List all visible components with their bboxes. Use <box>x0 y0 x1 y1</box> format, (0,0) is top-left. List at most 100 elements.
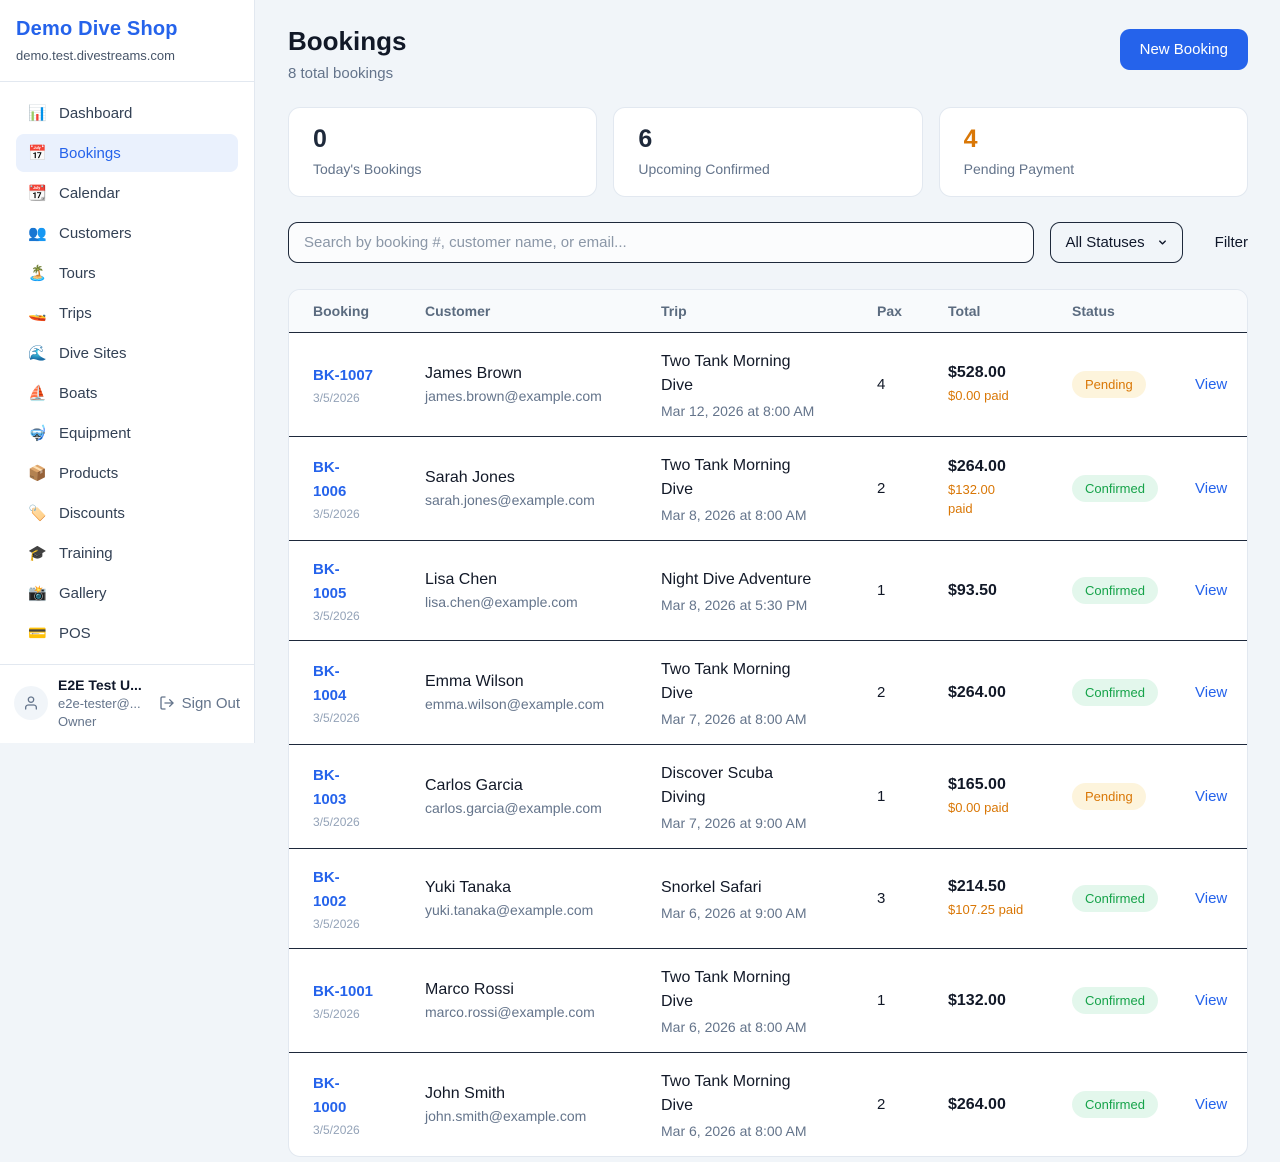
sidebar-item-discounts[interactable]: 🏷️ Discounts <box>16 494 238 532</box>
sidebar-item-label: POS <box>59 625 91 642</box>
stat-card-today-s-bookings: 0 Today's Bookings <box>288 107 597 197</box>
search-input[interactable] <box>288 222 1034 263</box>
view-link[interactable]: View <box>1195 890 1227 907</box>
customer-name: Yuki Tanaka <box>425 879 653 897</box>
booking-id-link[interactable]: BK- 1000 <box>313 1072 417 1119</box>
page-title: Bookings <box>288 26 406 57</box>
total-amount: $132.00 <box>948 992 1064 1010</box>
sidebar-item-dashboard[interactable]: 📊 Dashboard <box>16 94 238 132</box>
stats-row: 0 Today's Bookings 6 Upcoming Confirmed … <box>288 107 1248 197</box>
table-row: BK-1001 3/5/2026 Marco Rossi marco.rossi… <box>289 948 1247 1052</box>
desert-island-icon: 🏝️ <box>28 264 46 282</box>
table-row: BK- 1005 3/5/2026 Lisa Chen lisa.chen@ex… <box>289 540 1247 640</box>
speedboat-icon: 🚤 <box>28 304 46 322</box>
tag-icon: 🏷️ <box>28 504 46 522</box>
pax-count: 4 <box>877 376 948 393</box>
sign-out-icon <box>159 695 175 711</box>
sidebar-item-calendar[interactable]: 📆 Calendar <box>16 174 238 212</box>
user-email: e2e-tester@... <box>58 696 149 711</box>
total-amount: $93.50 <box>948 582 1064 600</box>
sidebar-item-boats[interactable]: ⛵ Boats <box>16 374 238 412</box>
customer-name: Sarah Jones <box>425 469 653 487</box>
camera-icon: 📸 <box>28 584 46 602</box>
stat-value: 0 <box>313 125 572 154</box>
bar-chart-icon: 📊 <box>28 104 46 122</box>
total-amount: $528.00 <box>948 364 1064 382</box>
column-header-total: Total <box>948 303 1072 319</box>
chevron-down-icon <box>1157 237 1168 248</box>
booking-id-link[interactable]: BK-1001 <box>313 980 417 1003</box>
trip-datetime: Mar 12, 2026 at 8:00 AM <box>661 403 869 419</box>
sidebar-item-pos[interactable]: 💳 POS <box>16 614 238 652</box>
tear-off-calendar-icon: 📆 <box>28 184 46 202</box>
sidebar-item-products[interactable]: 📦 Products <box>16 454 238 492</box>
sidebar-item-bookings[interactable]: 📅 Bookings <box>16 134 238 172</box>
total-amount: $264.00 <box>948 684 1064 702</box>
brand-title: Demo Dive Shop <box>16 18 238 41</box>
sidebar-item-training[interactable]: 🎓 Training <box>16 534 238 572</box>
view-link[interactable]: View <box>1195 788 1227 805</box>
trip-title: Night Dive Adventure <box>661 568 869 592</box>
brand-domain: demo.test.divestreams.com <box>16 48 238 63</box>
status-filter-value: All Statuses <box>1065 234 1144 251</box>
booking-date: 3/5/2026 <box>313 609 417 623</box>
package-icon: 📦 <box>28 464 46 482</box>
total-amount: $214.50 <box>948 878 1064 896</box>
sidebar-item-label: Customers <box>59 225 132 242</box>
booking-date: 3/5/2026 <box>313 1123 417 1137</box>
status-badge: Confirmed <box>1072 987 1158 1014</box>
stat-label: Pending Payment <box>964 161 1223 177</box>
sidebar-item-gallery[interactable]: 📸 Gallery <box>16 574 238 612</box>
sidebar-item-equipment[interactable]: 🤿 Equipment <box>16 414 238 452</box>
booking-id-link[interactable]: BK- 1002 <box>313 866 417 913</box>
customer-name: John Smith <box>425 1085 653 1103</box>
customer-name: Carlos Garcia <box>425 777 653 795</box>
customer-email: carlos.garcia@example.com <box>425 800 653 816</box>
view-link[interactable]: View <box>1195 684 1227 701</box>
stat-card-pending-payment: 4 Pending Payment <box>939 107 1248 197</box>
sign-out-label: Sign Out <box>182 695 240 712</box>
sidebar: Demo Dive Shop demo.test.divestreams.com… <box>0 0 255 743</box>
sidebar-item-label: Gallery <box>59 585 107 602</box>
status-filter-select[interactable]: All Statuses <box>1050 222 1182 263</box>
paid-amount: $0.00 paid <box>948 387 1064 406</box>
view-link[interactable]: View <box>1195 582 1227 599</box>
paid-amount: $132.00 paid <box>948 481 1064 519</box>
customer-name: Emma Wilson <box>425 673 653 691</box>
user-icon <box>23 695 39 711</box>
pax-count: 1 <box>877 788 948 805</box>
view-link[interactable]: View <box>1195 992 1227 1009</box>
stat-card-upcoming-confirmed: 6 Upcoming Confirmed <box>613 107 922 197</box>
booking-id-link[interactable]: BK-1007 <box>313 364 417 387</box>
sidebar-item-tours[interactable]: 🏝️ Tours <box>16 254 238 292</box>
pax-count: 2 <box>877 1096 948 1113</box>
calendar-icon: 📅 <box>28 144 46 162</box>
status-badge: Confirmed <box>1072 679 1158 706</box>
sidebar-item-dive-sites[interactable]: 🌊 Dive Sites <box>16 334 238 372</box>
view-link[interactable]: View <box>1195 1096 1227 1113</box>
view-link[interactable]: View <box>1195 376 1227 393</box>
booking-date: 3/5/2026 <box>313 711 417 725</box>
booking-id-link[interactable]: BK- 1005 <box>313 558 417 605</box>
booking-id-link[interactable]: BK- 1006 <box>313 456 417 503</box>
total-amount: $264.00 <box>948 458 1064 476</box>
booking-id-link[interactable]: BK- 1003 <box>313 764 417 811</box>
trip-datetime: Mar 6, 2026 at 8:00 AM <box>661 1123 869 1139</box>
trip-datetime: Mar 8, 2026 at 5:30 PM <box>661 597 869 613</box>
main-content: Bookings 8 total bookings New Booking 0 … <box>255 0 1280 1157</box>
sign-out-button[interactable]: Sign Out <box>159 695 240 712</box>
view-link[interactable]: View <box>1195 480 1227 497</box>
total-amount: $165.00 <box>948 776 1064 794</box>
table-row: BK-1007 3/5/2026 James Brown james.brown… <box>289 333 1247 436</box>
booking-id-link[interactable]: BK- 1004 <box>313 660 417 707</box>
status-badge: Confirmed <box>1072 885 1158 912</box>
sidebar-item-trips[interactable]: 🚤 Trips <box>16 294 238 332</box>
customer-name: Marco Rossi <box>425 981 653 999</box>
stat-value: 6 <box>638 125 897 154</box>
booking-date: 3/5/2026 <box>313 815 417 829</box>
sidebar-item-customers[interactable]: 👥 Customers <box>16 214 238 252</box>
sidebar-item-label: Trips <box>59 305 92 322</box>
table-row: BK- 1006 3/5/2026 Sarah Jones sarah.jone… <box>289 436 1247 540</box>
new-booking-button[interactable]: New Booking <box>1120 29 1248 70</box>
filter-button[interactable]: Filter <box>1215 234 1248 251</box>
